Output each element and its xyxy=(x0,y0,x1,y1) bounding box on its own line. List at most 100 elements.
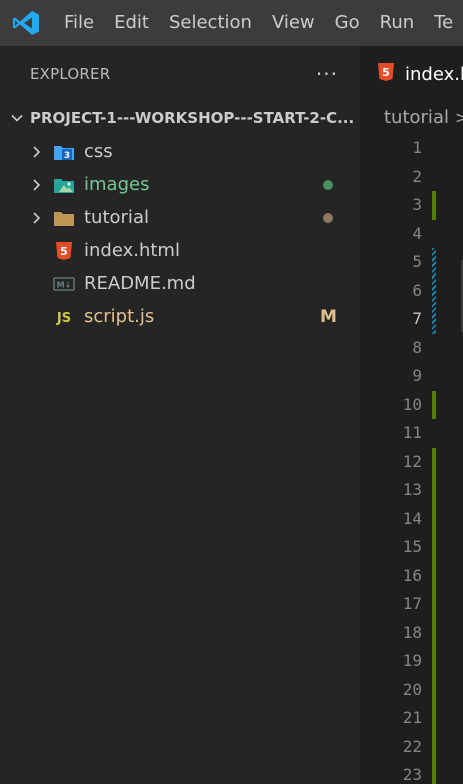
html-file-icon: 5 xyxy=(377,62,395,86)
gutter-line: 14 xyxy=(360,504,463,534)
git-added-marker[interactable] xyxy=(432,761,436,784)
folder-item-tutorial[interactable]: tutorial xyxy=(0,201,360,234)
editor-area: 5 index.h tutorial > 1234567891011121314… xyxy=(360,46,463,784)
tree-item-label: README.md xyxy=(84,273,196,294)
line-number[interactable]: 6 xyxy=(412,277,422,306)
line-number[interactable]: 7 xyxy=(412,305,422,334)
svg-text:5: 5 xyxy=(60,245,68,258)
css-folder-icon: 3 xyxy=(53,141,75,163)
gutter-line: 11 xyxy=(360,419,463,448)
menu-item-file[interactable]: File xyxy=(52,0,104,46)
line-number[interactable]: 14 xyxy=(403,505,422,534)
chevron-right-icon xyxy=(26,211,46,225)
gutter-line: 4 xyxy=(360,220,463,249)
menu-item-selection[interactable]: Selection xyxy=(159,0,262,46)
git-modified-marker[interactable] xyxy=(432,305,436,334)
line-number[interactable]: 22 xyxy=(403,733,422,762)
git-added-marker[interactable] xyxy=(432,476,436,505)
line-number[interactable]: 20 xyxy=(403,676,422,705)
folder-icon xyxy=(53,207,75,229)
explorer-header: EXPLORER ··· xyxy=(0,46,360,102)
git-added-marker[interactable] xyxy=(432,704,436,733)
menu-item-go[interactable]: Go xyxy=(325,0,370,46)
line-number[interactable]: 16 xyxy=(403,562,422,591)
chevron-right-icon: > xyxy=(454,107,463,127)
explorer-title: EXPLORER xyxy=(30,65,111,83)
gutter-line: 6 xyxy=(360,276,463,306)
git-added-marker[interactable] xyxy=(432,561,436,590)
line-number[interactable]: 19 xyxy=(403,647,422,676)
gutter-line: 3 xyxy=(360,191,463,220)
git-added-marker[interactable] xyxy=(432,647,436,676)
line-number[interactable]: 2 xyxy=(412,163,422,192)
tab-index-html[interactable]: 5 index.h xyxy=(360,46,463,102)
line-number[interactable]: 5 xyxy=(412,248,422,277)
breadcrumb-item[interactable]: tutorial xyxy=(384,107,449,128)
line-number[interactable]: 9 xyxy=(412,362,422,391)
line-number[interactable]: 4 xyxy=(412,220,422,249)
gutter-line: 5 xyxy=(360,248,463,277)
file-item-index-html[interactable]: 5 index.html xyxy=(0,234,360,267)
file-item-script-js[interactable]: JS script.js M xyxy=(0,300,360,333)
git-modified-marker[interactable] xyxy=(432,248,436,277)
line-number[interactable]: 11 xyxy=(403,419,422,448)
svg-text:M↓: M↓ xyxy=(57,280,72,289)
folder-item-css[interactable]: 3 css xyxy=(0,135,360,168)
svg-text:3: 3 xyxy=(64,151,70,161)
folder-item-images[interactable]: images xyxy=(0,168,360,201)
tree-item-label: index.html xyxy=(84,240,180,261)
project-title: PROJECT-1---WORKSHOP---START-2-C... xyxy=(30,109,355,127)
line-number[interactable]: 21 xyxy=(403,704,422,733)
gutter-line: 1 xyxy=(360,134,463,163)
git-added-marker[interactable] xyxy=(432,675,436,704)
menu-item-run[interactable]: Run xyxy=(370,0,425,46)
line-number-gutter: 1 2 3 4 5 6 7 8 9 10 11 12 13 14 15 16 17 18 19 20 21 22 23 xyxy=(360,134,463,784)
gutter-line: 7 xyxy=(360,305,463,334)
git-added-marker[interactable] xyxy=(432,533,436,562)
git-added-marker[interactable] xyxy=(432,504,436,533)
gutter-line: 21 xyxy=(360,704,463,733)
git-modified-marker[interactable] xyxy=(432,276,436,305)
gutter-line: 19 xyxy=(360,647,463,676)
git-status-dot xyxy=(323,212,333,223)
gutter-line: 8 xyxy=(360,334,463,363)
line-number[interactable]: 18 xyxy=(403,619,422,648)
gutter-line: 18 xyxy=(360,618,463,648)
markdown-file-icon: M↓ xyxy=(53,273,75,295)
project-folder-header[interactable]: PROJECT-1---WORKSHOP---START-2-C... xyxy=(0,102,360,134)
line-number[interactable]: 23 xyxy=(403,761,422,784)
menu-item-edit[interactable]: Edit xyxy=(104,0,159,46)
git-status-dot xyxy=(323,179,333,190)
line-number[interactable]: 3 xyxy=(412,191,422,220)
gutter-line: 12 xyxy=(360,447,463,477)
tree-item-label: css xyxy=(84,141,113,162)
line-number[interactable]: 17 xyxy=(403,590,422,619)
line-number[interactable]: 8 xyxy=(412,334,422,363)
gutter-line: 10 xyxy=(360,390,463,420)
html-file-icon: 5 xyxy=(53,240,75,262)
git-added-marker[interactable] xyxy=(432,191,436,220)
git-added-marker[interactable] xyxy=(432,618,436,647)
git-added-marker[interactable] xyxy=(432,590,436,619)
tab-label: index.h xyxy=(405,63,463,85)
images-folder-icon xyxy=(53,174,75,196)
git-added-marker[interactable] xyxy=(432,732,436,761)
gutter-line: 22 xyxy=(360,732,463,762)
more-actions-icon[interactable]: ··· xyxy=(316,64,338,84)
menu-item-view[interactable]: View xyxy=(262,0,325,46)
tree-item-label: script.js xyxy=(84,306,155,327)
line-number[interactable]: 10 xyxy=(403,391,422,420)
chevron-right-icon xyxy=(26,145,46,159)
file-item-readme-md[interactable]: M↓ README.md xyxy=(0,267,360,300)
line-number[interactable]: 15 xyxy=(403,533,422,562)
gutter-line: 16 xyxy=(360,561,463,591)
git-added-marker[interactable] xyxy=(432,447,436,476)
line-number[interactable]: 13 xyxy=(403,476,422,505)
gutter-line: 2 xyxy=(360,163,463,192)
menu-item-te[interactable]: Te xyxy=(424,0,463,46)
line-number[interactable]: 12 xyxy=(403,448,422,477)
line-number[interactable]: 1 xyxy=(412,134,422,163)
vscode-logo-icon[interactable] xyxy=(0,0,52,46)
git-added-marker[interactable] xyxy=(432,390,436,419)
title-bar: File Edit Selection View Go Run Te xyxy=(0,0,463,46)
